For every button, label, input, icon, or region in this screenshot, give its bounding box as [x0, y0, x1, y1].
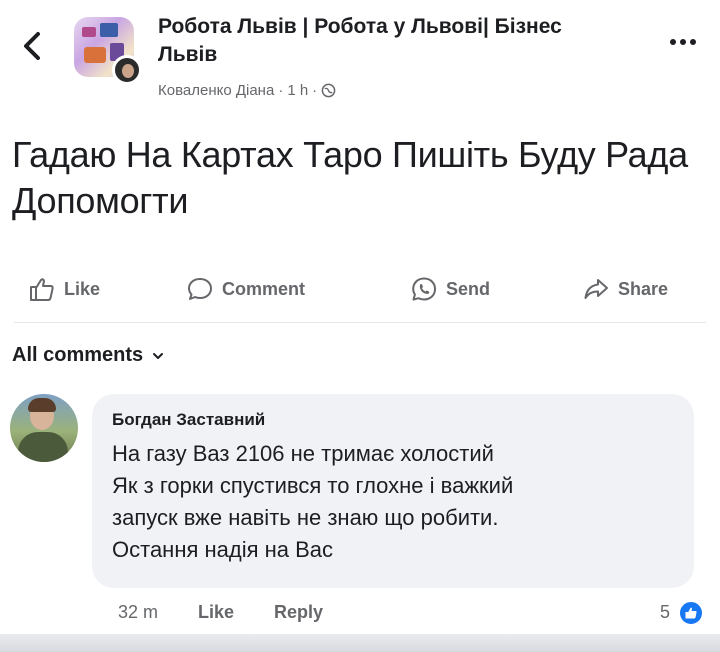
comment-label: Comment: [222, 278, 306, 299]
reaction-count[interactable]: 5: [660, 602, 670, 623]
send-label: Send: [446, 278, 491, 299]
post-actions-bar: Like Comment Send Share: [0, 258, 720, 322]
comment-like-button[interactable]: Like: [198, 602, 234, 623]
comments-filter-label: All comments: [12, 344, 144, 366]
whatsapp-icon: [412, 277, 436, 301]
comment-reply-button[interactable]: Reply: [274, 602, 323, 623]
group-name[interactable]: Робота Львів | Робота у Львові| Бізнес Л…: [158, 13, 618, 69]
post-meta: Коваленко Діана · 1 h ·: [158, 82, 336, 99]
share-arrow-icon: [584, 279, 608, 299]
globe-icon: [321, 83, 336, 98]
author-avatar[interactable]: [112, 55, 142, 85]
send-button[interactable]: Send: [410, 276, 490, 302]
comment-time[interactable]: 32 m: [118, 602, 158, 623]
share-button[interactable]: Share: [582, 276, 668, 302]
like-label: Like: [64, 278, 101, 299]
post-time[interactable]: 1 h: [287, 82, 308, 99]
post-author[interactable]: Коваленко Діана: [158, 82, 274, 99]
like-button[interactable]: Like: [28, 276, 100, 302]
bottom-edge: [0, 634, 720, 652]
chevron-left-icon: [24, 32, 40, 60]
comments-filter-dropdown[interactable]: All comments: [12, 344, 165, 367]
chevron-down-icon: [153, 352, 164, 359]
divider: [14, 322, 706, 323]
share-label: Share: [618, 278, 669, 299]
meta-separator: ·: [312, 82, 318, 99]
comment-bubble-icon: [188, 278, 212, 300]
meta-separator: ·: [278, 82, 284, 99]
comment-bubble: Богдан Заставний На газу Ваз 2106 не три…: [92, 394, 694, 588]
comment-footer: 32 m Like Reply 5: [0, 600, 720, 630]
post-text: Гадаю На Картах Таро Пишіть Буду Рада До…: [12, 134, 688, 221]
comment-text: На газу Ваз 2106 не тримає холостий Як з…: [112, 441, 514, 562]
thumbs-up-icon: [30, 278, 54, 301]
post-header: Робота Львів | Робота у Львові| Бізнес Л…: [0, 0, 720, 110]
group-avatar[interactable]: [74, 17, 142, 85]
back-button[interactable]: [18, 26, 48, 66]
more-horizontal-icon: [670, 39, 696, 45]
comment-author[interactable]: Богдан Заставний: [112, 410, 265, 430]
like-reaction-icon: [678, 600, 704, 626]
commenter-avatar[interactable]: [10, 394, 78, 462]
more-options-button[interactable]: [666, 30, 700, 54]
comment-button[interactable]: Comment: [186, 276, 305, 302]
